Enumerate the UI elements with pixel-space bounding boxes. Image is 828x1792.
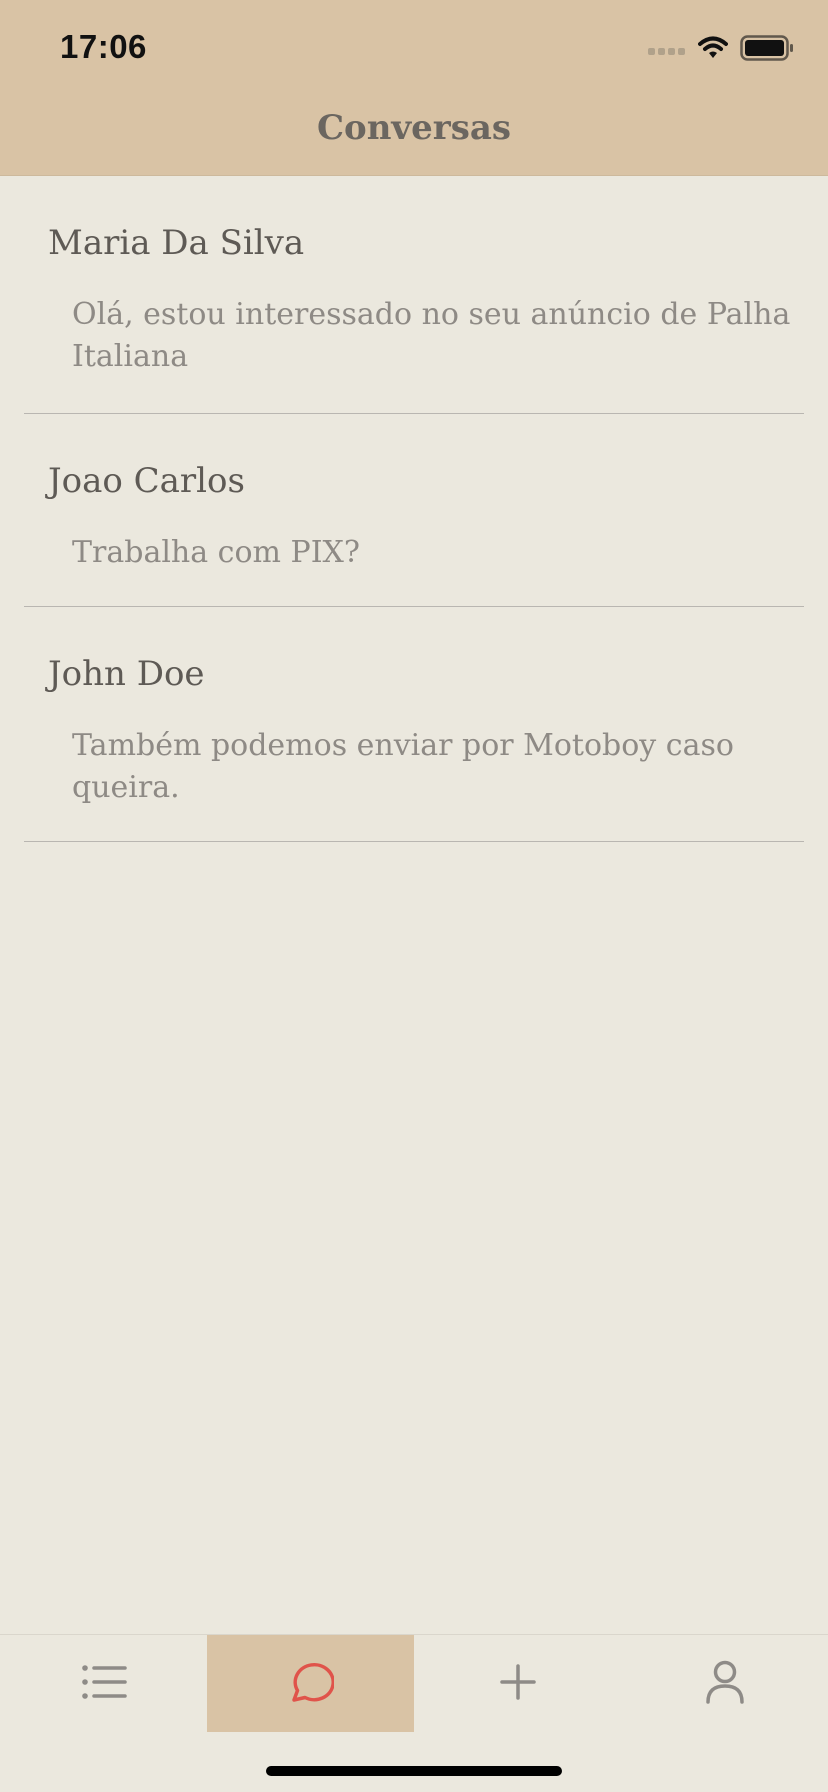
conversations-screen: 17:06 Conversas Maria Da Silva Olá, esto… [0, 0, 828, 1792]
conversation-name: Joao Carlos [48, 461, 245, 501]
tab-conversations[interactable] [207, 1635, 414, 1732]
tab-listings[interactable] [0, 1635, 207, 1732]
list-icon [81, 1664, 127, 1704]
conversation-name: Maria Da Silva [48, 223, 305, 263]
conversation-item[interactable]: Joao Carlos Trabalha com PIX? [24, 414, 804, 607]
status-icons [648, 35, 794, 65]
wifi-icon [698, 36, 728, 64]
conversation-preview: Também podemos enviar por Motoboy caso q… [72, 728, 734, 805]
conversation-name: John Doe [48, 654, 205, 694]
home-indicator[interactable] [266, 1766, 562, 1776]
header: 17:06 Conversas [0, 0, 828, 176]
tab-profile[interactable] [621, 1635, 828, 1732]
tab-bar [0, 1634, 828, 1732]
signal-icon [648, 41, 686, 60]
battery-icon [740, 35, 794, 65]
status-time: 17:06 [60, 28, 147, 65]
conversation-list: Maria Da Silva Olá, estou interessado no… [0, 176, 828, 842]
tab-add[interactable] [414, 1635, 621, 1732]
conversation-item[interactable]: Maria Da Silva Olá, estou interessado no… [24, 176, 804, 414]
conversation-item[interactable]: John Doe Também podemos enviar por Motob… [24, 607, 804, 842]
page-title: Conversas [316, 108, 512, 148]
plus-icon [499, 1663, 536, 1704]
chat-bubble-icon [288, 1660, 335, 1708]
conversation-preview: Trabalha com PIX? [72, 535, 360, 570]
person-icon [705, 1660, 745, 1708]
conversation-preview: Olá, estou interessado no seu anúncio de… [72, 297, 791, 374]
